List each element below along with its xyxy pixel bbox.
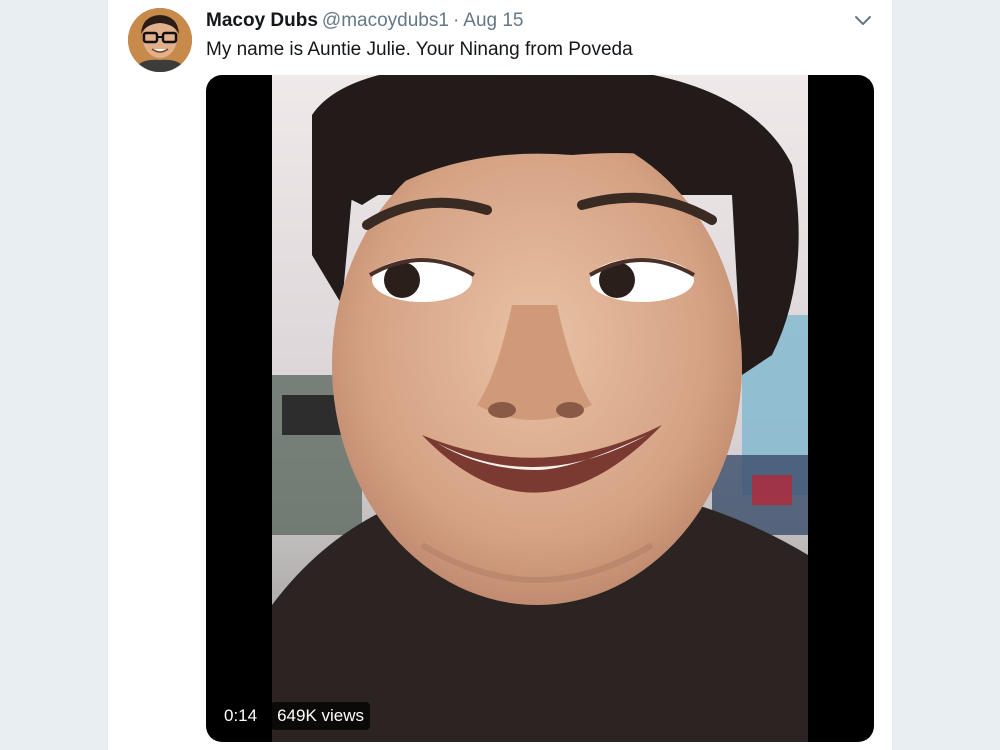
chevron-down-icon[interactable] [854, 14, 872, 28]
video-thumbnail [272, 75, 808, 742]
avatar[interactable] [128, 8, 192, 72]
tweet-date[interactable]: Aug 15 [463, 10, 523, 31]
video-overlay: 0:14 649K views [218, 702, 371, 730]
user-handle[interactable]: @macoydubs1 [322, 10, 449, 31]
display-name[interactable]: Macoy Dubs [206, 10, 318, 31]
tweet-header: Macoy Dubs @macoydubs1 · Aug 15 [206, 10, 524, 32]
meta-separator: · [452, 10, 460, 31]
video-frame[interactable] [272, 75, 808, 742]
avatar-image [128, 8, 192, 72]
video-player[interactable]: 0:14 649K views [206, 75, 874, 742]
tweet-text: My name is Auntie Julie. Your Ninang fro… [206, 39, 633, 60]
video-duration: 0:14 [218, 702, 264, 730]
tweet-card[interactable]: Macoy Dubs @macoydubs1 · Aug 15 My name is … [107, 0, 893, 750]
video-views: 649K views [271, 702, 371, 730]
page: Macoy Dubs @macoydubs1 · Aug 15 My name is … [0, 0, 1000, 750]
